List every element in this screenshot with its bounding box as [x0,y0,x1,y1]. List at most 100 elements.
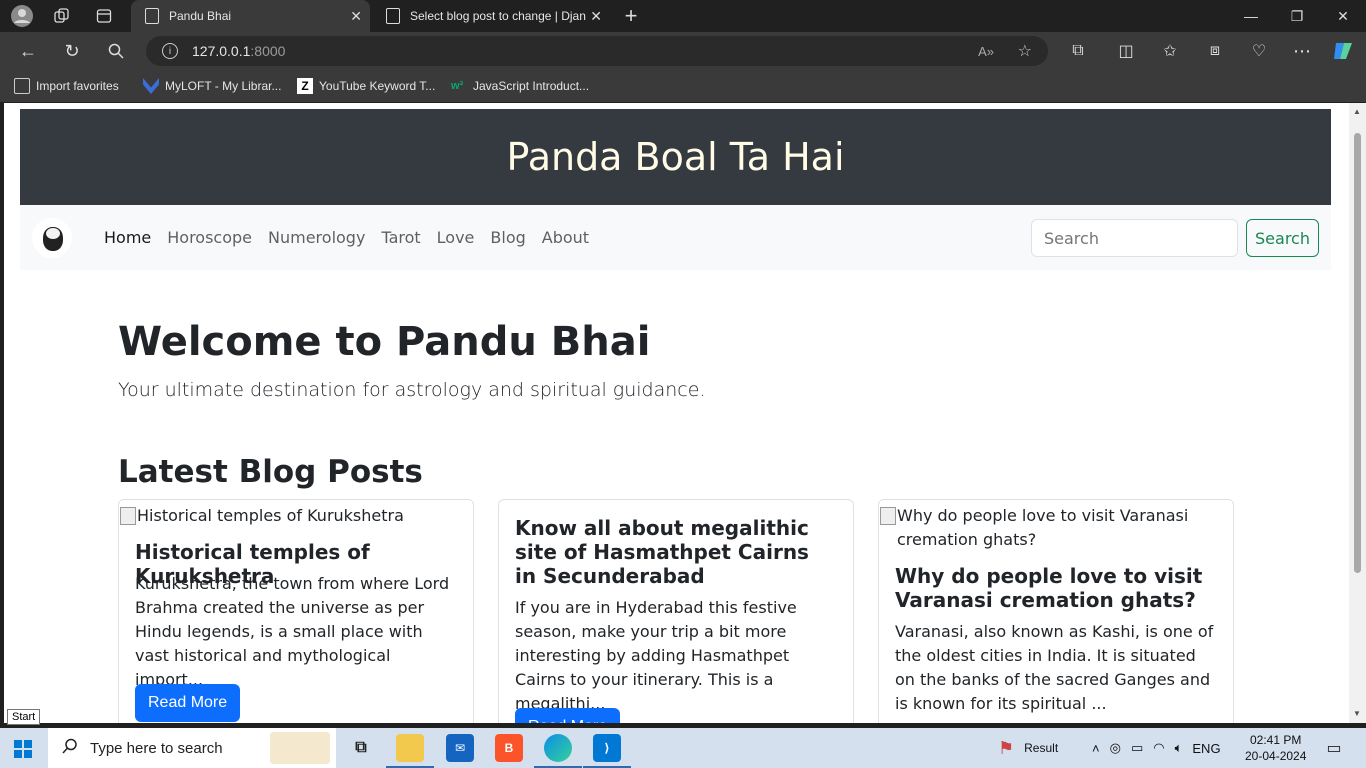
performance-icon[interactable]: ♡ [1247,39,1271,63]
favorite-youtube-keyword[interactable]: Z YouTube Keyword T... [297,78,435,94]
scroll-down-icon[interactable]: ▼ [1353,709,1361,718]
myloft-icon [143,78,159,94]
result-label: Result [1024,741,1059,755]
site-info-icon[interactable]: i [162,43,178,59]
language-indicator[interactable]: ENG [1192,741,1220,756]
result-widget[interactable]: ⚑ Result [998,728,1058,768]
favorite-star-icon[interactable]: ☆ [1018,41,1032,61]
taskbar-search-placeholder: Type here to search [90,739,223,757]
meet-now-icon[interactable]: ◎ [1110,740,1121,756]
mail-icon[interactable]: ✉ [446,734,474,762]
scrollbar-thumb[interactable] [1354,133,1361,573]
tab-title: Pandu Bhai [169,9,232,23]
blog-card: Know all about megalithic site of Hasmat… [498,499,854,723]
favorite-import[interactable]: Import favorites [14,78,119,94]
site-navbar: Home Horoscope Numerology Tarot Love Blo… [20,205,1331,270]
favorite-label: JavaScript Introduct... [473,79,590,93]
extensions-icon[interactable]: ⧉ [1066,39,1090,63]
minimize-icon[interactable]: — [1228,0,1274,32]
w3-icon: w³ [451,80,464,92]
nav-horoscope[interactable]: Horoscope [159,228,260,247]
refresh-icon[interactable]: ↻ [60,39,84,63]
cricket-icon: ⚑ [998,737,1015,758]
tab-title: Select blog post to change | Djan [410,9,586,23]
tab-bar: Pandu Bhai ✕ Select blog post to change … [0,0,1366,32]
tab-pandu-bhai[interactable]: Pandu Bhai ✕ [131,0,370,32]
clock-date: 20-04-2024 [1245,749,1307,763]
blog-card-title: Know all about megalithic site of Hasmat… [515,516,809,588]
favorites-icon[interactable]: ✩ [1158,39,1182,63]
blog-card-title: Why do people love to visit Varanasi cre… [895,564,1203,612]
windows-start-icon[interactable] [14,740,32,758]
taskbar-search[interactable]: Type here to search [48,728,336,768]
blog-card-excerpt: Kurukshetra, the town from where Lord Br… [135,574,450,689]
brave-browser-icon[interactable]: B [495,734,523,762]
broken-image: Why do people love to visit Varanasi cre… [879,504,1233,552]
collections-icon[interactable]: ⧈ [1203,39,1227,63]
task-view-icon[interactable]: ⧉ [347,734,375,762]
search-icon[interactable] [104,39,128,63]
site-title: Panda Boal Ta Hai [506,135,845,179]
blog-card: Why do people love to visit Varanasi cre… [878,499,1234,723]
address-bar: ← ↻ i 127.0.0.1:8000 A» ☆ ⧉ ◫ ✩ ⧈ ♡ ⋯ [0,32,1366,70]
site-search-button[interactable]: Search [1246,219,1319,257]
blog-card: Historical temples of Kurukshetra Histor… [118,499,474,723]
site-search-input[interactable] [1031,219,1238,257]
edge-browser-icon[interactable] [534,734,582,768]
nav-home[interactable]: Home [96,228,159,247]
url-port: :8000 [250,43,286,59]
copilot-icon[interactable] [1331,39,1355,63]
search-highlight-icon [270,732,330,764]
site-header: Panda Boal Ta Hai [20,109,1331,205]
z-icon: Z [297,78,313,94]
back-icon[interactable]: ← [16,39,40,63]
favorite-javascript[interactable]: w³ JavaScript Introduct... [451,78,589,94]
read-aloud-icon[interactable]: A» [978,44,994,59]
notifications-icon[interactable]: ▭ [1320,734,1348,762]
panda-logo[interactable] [32,218,72,258]
favorites-bar: Import favorites MyLOFT - My Librar... Z… [0,70,1366,102]
welcome-lead: Your ultimate destination for astrology … [118,379,706,401]
tab-actions-icon[interactable] [92,4,116,28]
nav-blog[interactable]: Blog [482,228,533,247]
chevron-up-icon[interactable]: ˄ [1092,741,1100,756]
close-tab-icon[interactable]: ✕ [350,8,362,25]
nav-links: Home Horoscope Numerology Tarot Love Blo… [96,205,597,270]
tab-django-admin[interactable]: Select blog post to change | Djan ✕ [372,0,610,32]
search-icon [62,738,78,759]
scroll-up-icon[interactable]: ▲ [1353,107,1361,116]
page-scrollbar[interactable]: ▲ ▼ [1349,103,1366,723]
blog-card-excerpt: Varanasi, also known as Kashi, is one of… [895,622,1214,713]
restore-icon[interactable]: ❐ [1274,0,1320,32]
close-window-icon[interactable]: ✕ [1320,0,1366,32]
read-more-button[interactable]: Read More [135,684,241,722]
volume-icon[interactable]: 🔈︎ [1175,740,1183,756]
clock[interactable]: 02:41 PM 20-04-2024 [1245,732,1306,764]
nav-tarot[interactable]: Tarot [373,228,428,247]
close-tab-icon[interactable]: ✕ [590,8,602,25]
file-explorer-icon[interactable] [386,734,434,768]
nav-numerology[interactable]: Numerology [260,228,373,247]
nav-love[interactable]: Love [429,228,483,247]
battery-icon[interactable]: ▭ [1131,740,1143,756]
read-more-button[interactable]: Read More [515,708,621,723]
split-screen-icon[interactable]: ◫ [1114,39,1138,63]
broken-image: Historical temples of Kurukshetra [119,504,473,528]
favorite-myloft[interactable]: MyLOFT - My Librar... [143,78,281,94]
welcome-title: Welcome to Pandu Bhai [118,319,651,365]
vscode-icon[interactable]: ⟩ [583,734,631,768]
latest-posts-heading: Latest Blog Posts [118,454,423,490]
clock-time: 02:41 PM [1250,733,1302,747]
wifi-icon[interactable]: ◠ [1153,740,1164,756]
nav-about[interactable]: About [534,228,597,247]
favorite-label: Import favorites [36,79,119,93]
url-field[interactable]: i 127.0.0.1:8000 A» ☆ [146,36,1048,66]
more-options-icon[interactable]: ⋯ [1290,39,1314,63]
taskbar: Type here to search ⧉ ✉ B ⟩ ⚑ Result ˄ ◎… [0,728,1366,768]
workspaces-icon[interactable] [50,4,74,28]
new-tab-icon[interactable]: + [619,3,643,28]
blog-card-excerpt: If you are in Hyderabad this festive sea… [515,598,797,713]
profile-icon[interactable] [10,4,34,28]
system-tray: ˄ ◎ ▭ ◠ 🔈︎ ENG [1092,728,1221,768]
favorite-label: MyLOFT - My Librar... [165,79,282,93]
